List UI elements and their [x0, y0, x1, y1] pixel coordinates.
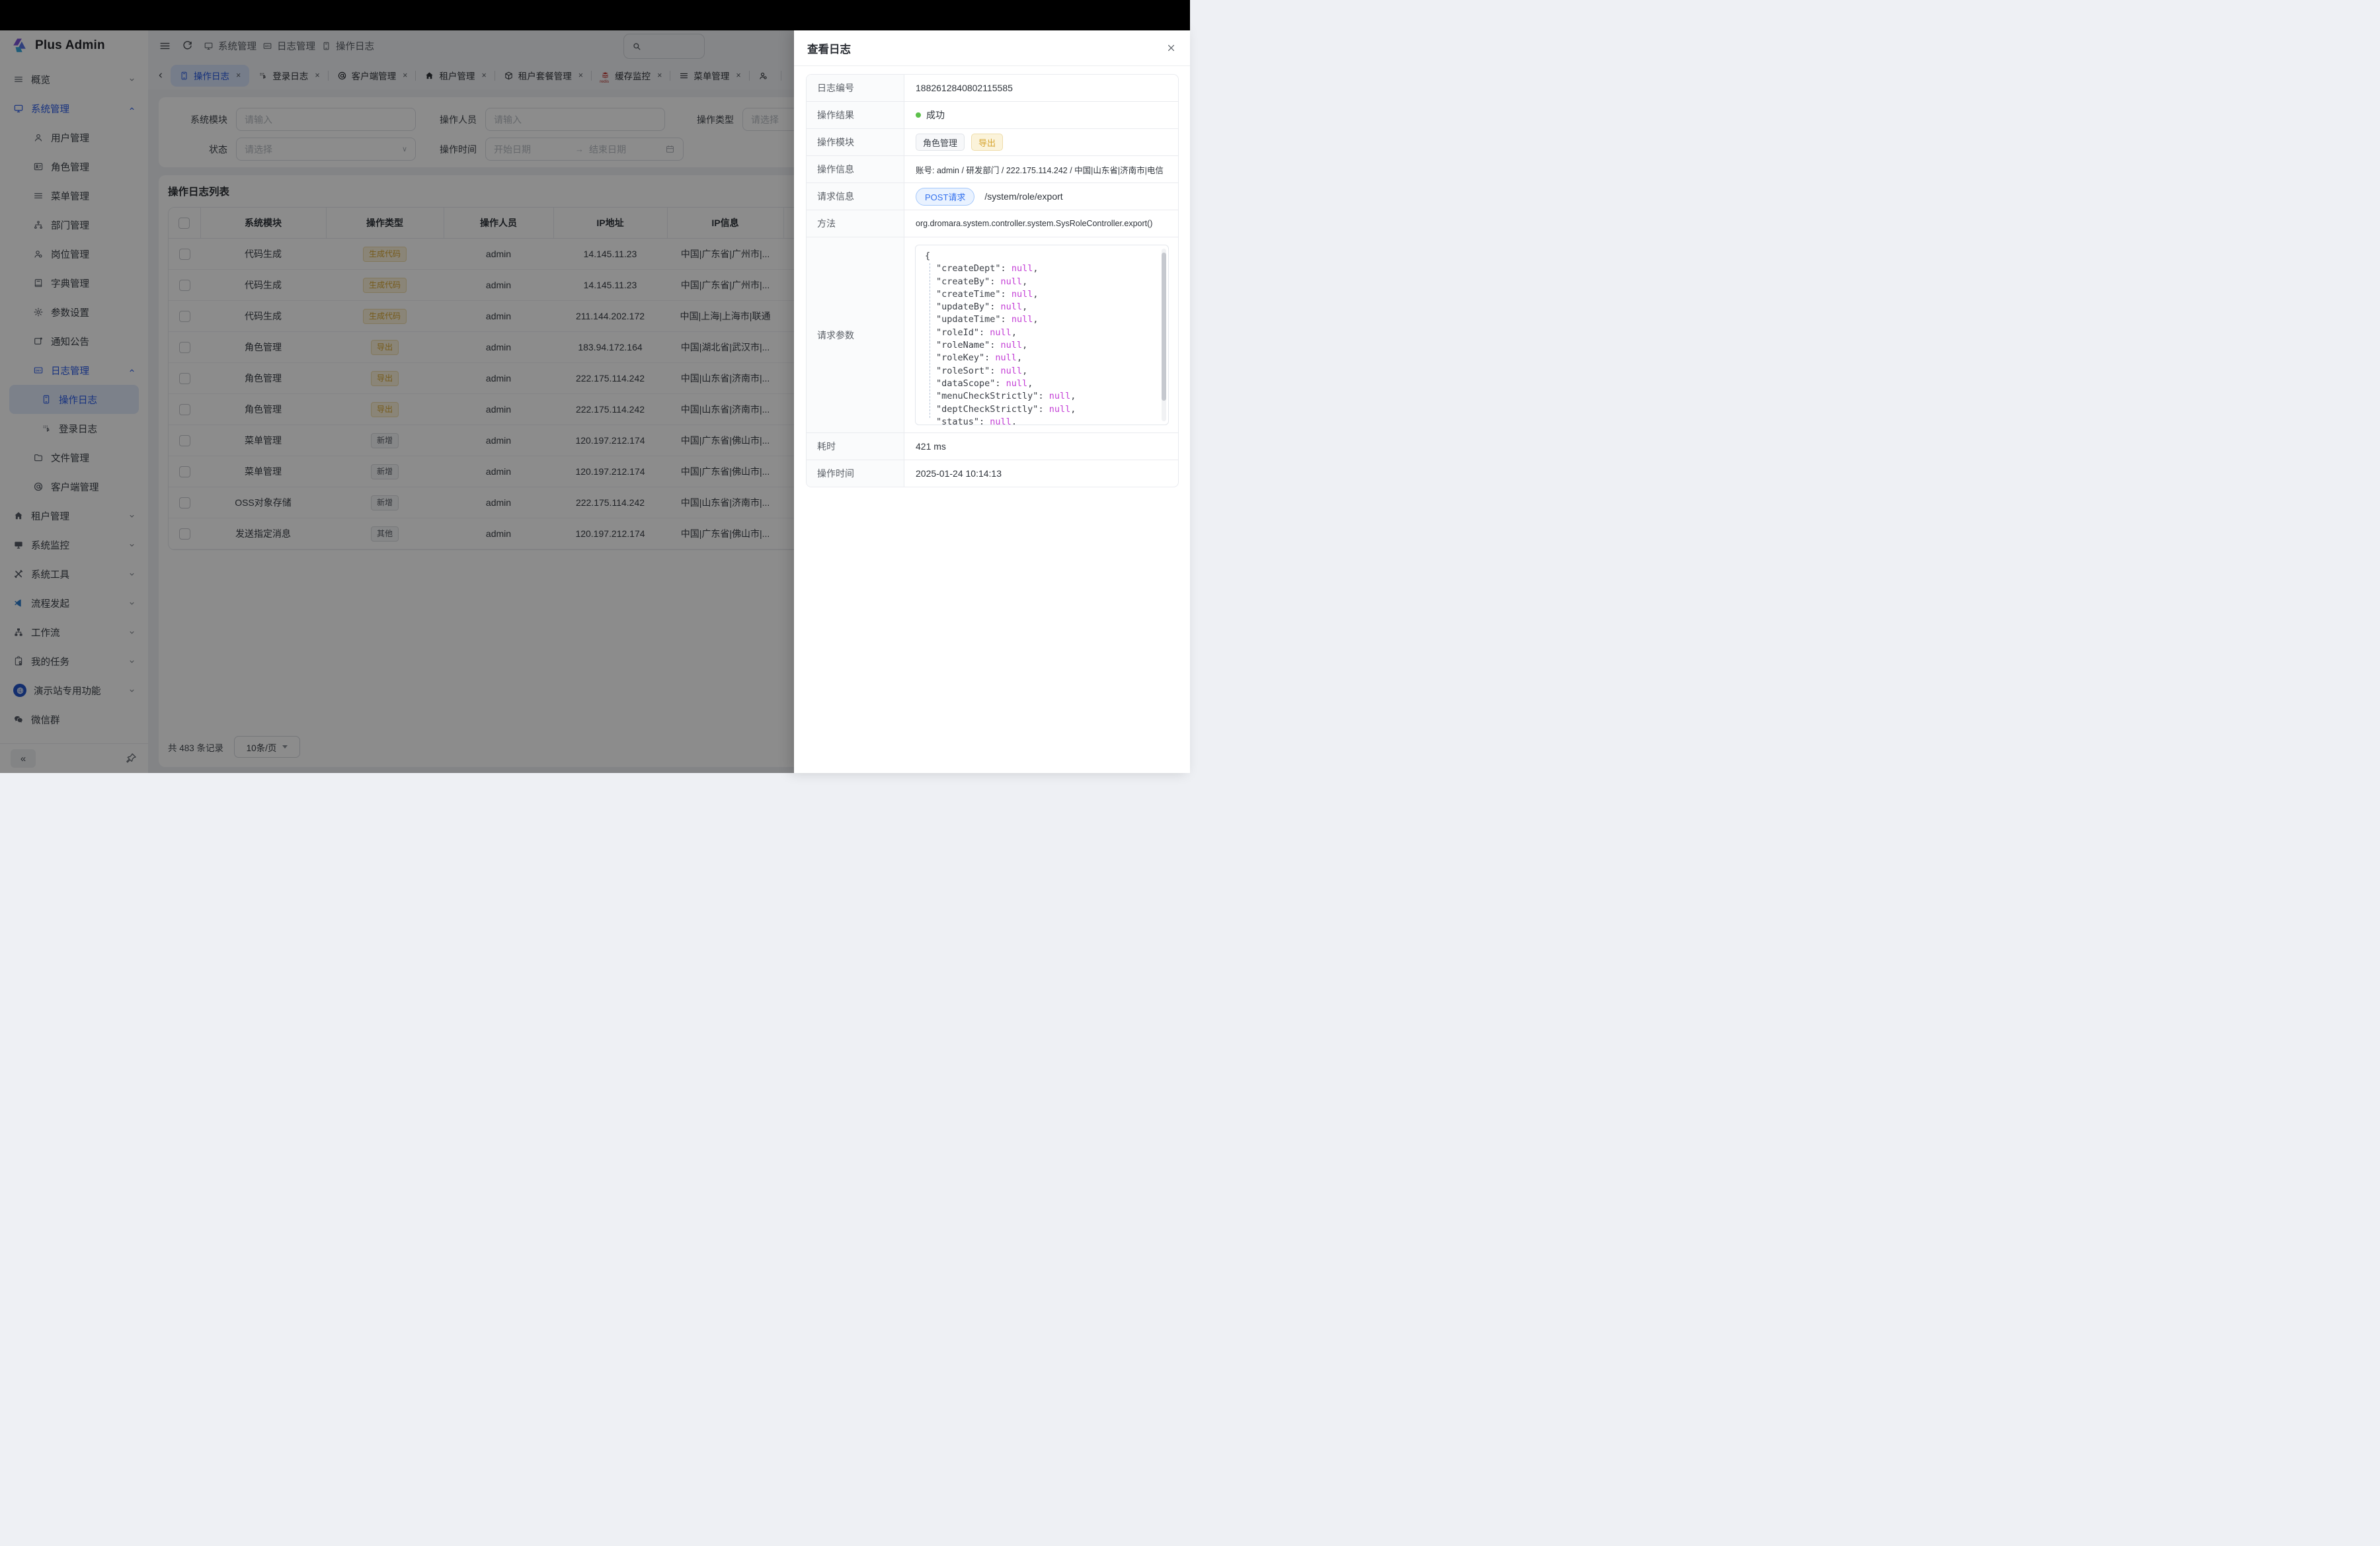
detail-row-id: 日志编号 1882612840802115585: [807, 75, 1178, 101]
request-url-value: /system/role/export: [984, 191, 1062, 202]
method-value: org.dromara.system.controller.system.Sys…: [904, 210, 1178, 237]
scrollbar-thumb[interactable]: [1162, 253, 1166, 401]
log-id-value: 1882612840802115585: [904, 75, 1178, 101]
drawer-title: 查看日志: [807, 40, 851, 56]
detail-row-result: 操作结果 成功: [807, 101, 1178, 128]
system-top-bar: [0, 0, 1190, 30]
request-params-json[interactable]: {"createDept": null,"createBy": null,"cr…: [915, 245, 1169, 425]
drawer-header: 查看日志: [794, 30, 1190, 66]
operation-info-value: 账号: admin / 研发部门 / 222.175.114.242 / 中国|…: [904, 156, 1178, 183]
operation-time-value: 2025-01-24 10:14:13: [904, 460, 1178, 487]
export-tag: 导出: [971, 134, 1003, 151]
post-request-tag: POST请求: [916, 188, 974, 206]
modal-overlay[interactable]: [0, 0, 794, 773]
detail-row-info: 操作信息 账号: admin / 研发部门 / 222.175.114.242 …: [807, 155, 1178, 183]
detail-row-time: 操作时间 2025-01-24 10:14:13: [807, 460, 1178, 487]
result-value: 成功: [926, 108, 945, 122]
success-dot: [916, 112, 921, 118]
detail-row-method: 方法 org.dromara.system.controller.system.…: [807, 210, 1178, 237]
detail-row-cost: 耗时 421 ms: [807, 432, 1178, 460]
view-log-drawer: 查看日志 日志编号 1882612840802115585 操作结果 成功 操作…: [794, 30, 1190, 773]
detail-row-module: 操作模块 角色管理 导出: [807, 128, 1178, 155]
detail-row-request: 请求信息 POST请求 /system/role/export: [807, 183, 1178, 210]
detail-row-params: 请求参数 {"createDept": null,"createBy": nul…: [807, 237, 1178, 432]
drawer-body: 日志编号 1882612840802115585 操作结果 成功 操作模块 角色…: [794, 66, 1190, 487]
log-detail-table: 日志编号 1882612840802115585 操作结果 成功 操作模块 角色…: [806, 74, 1179, 487]
module-tag: 角色管理: [916, 134, 965, 151]
cost-value: 421 ms: [904, 433, 1178, 460]
close-icon[interactable]: [1166, 42, 1177, 54]
